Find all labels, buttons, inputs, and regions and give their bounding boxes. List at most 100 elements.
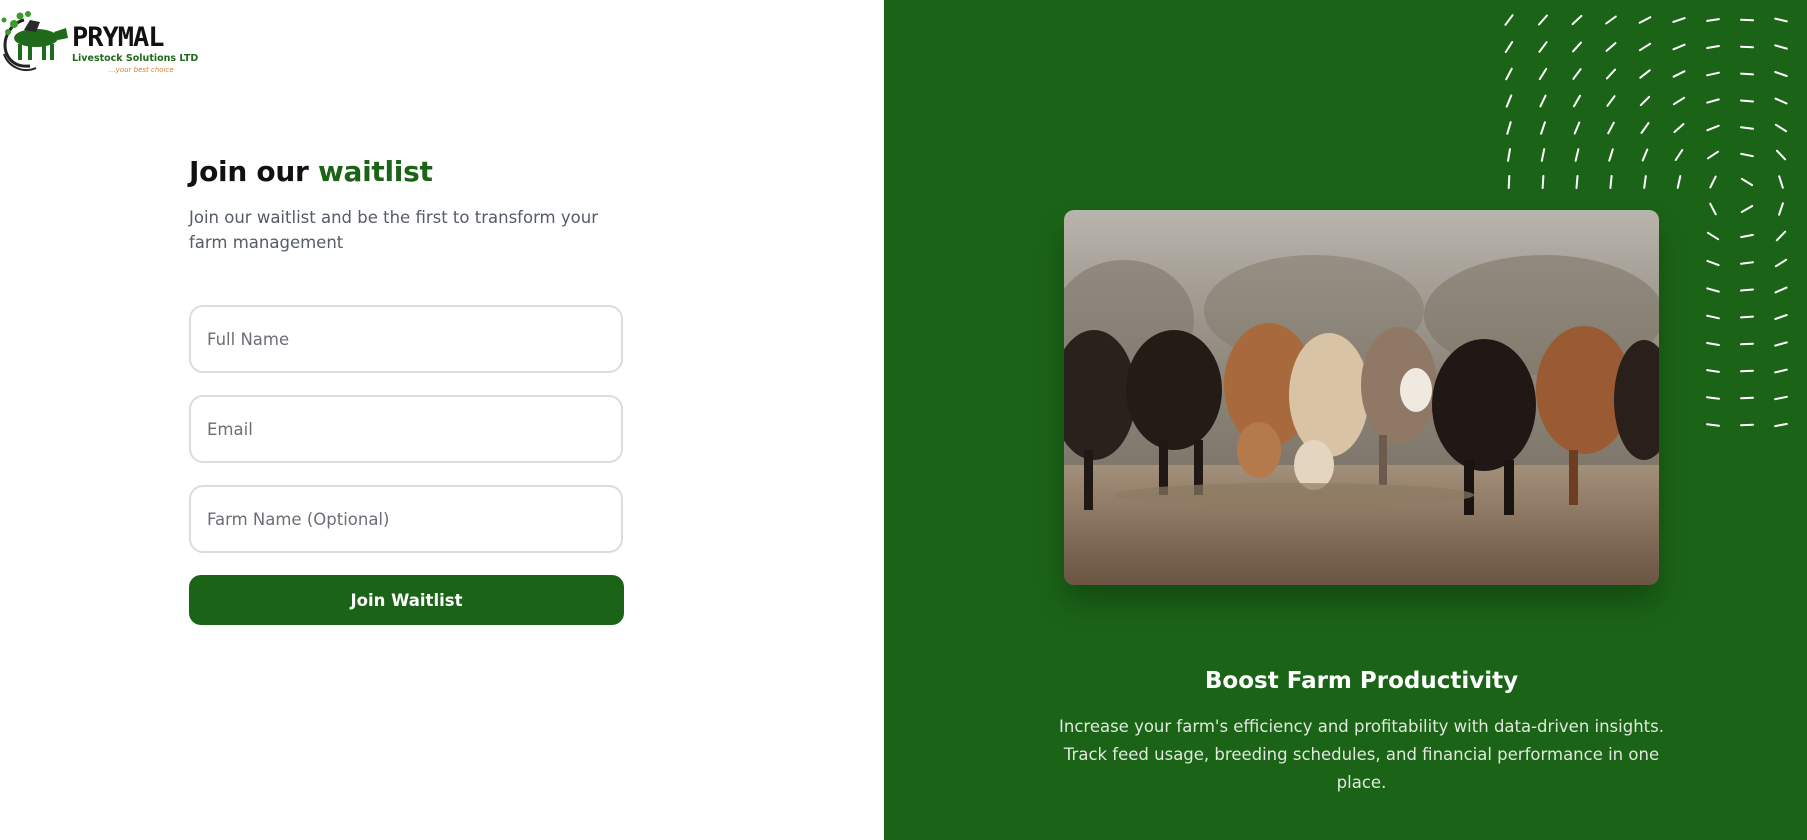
pattern-dash [1674, 149, 1684, 161]
pattern-dash [1672, 43, 1686, 51]
pattern-dash [1740, 288, 1754, 292]
join-waitlist-button[interactable]: Join Waitlist [189, 575, 624, 625]
pattern-dash [1740, 315, 1754, 319]
pattern-dash [1740, 177, 1754, 187]
pattern-dash [1775, 149, 1787, 161]
pattern-dash [1774, 286, 1788, 294]
pattern-dash [1774, 341, 1788, 347]
pattern-dash [1778, 202, 1784, 216]
pattern-dash [1573, 121, 1581, 135]
pattern-dash [1641, 148, 1649, 162]
pattern-dash [1505, 94, 1513, 108]
pattern-dash [1740, 99, 1754, 103]
pattern-dash [1607, 121, 1615, 135]
pattern-dash [1639, 95, 1651, 107]
pattern-dash [1605, 15, 1617, 25]
pattern-dash [1706, 396, 1720, 400]
page-subtitle: Join our waitlist and be the first to tr… [189, 208, 598, 252]
waitlist-panel: PRYMAL Livestock Solutions LTD ...your b… [0, 0, 884, 840]
pattern-dash [1706, 287, 1720, 293]
pattern-dash [1676, 175, 1682, 189]
pattern-dash [1640, 122, 1650, 134]
pattern-dash [1774, 314, 1788, 320]
pattern-dash [1740, 152, 1754, 158]
pattern-dash [1774, 71, 1788, 77]
pattern-dash [1672, 17, 1686, 23]
pattern-dash [1540, 121, 1546, 135]
pattern-dash [1774, 395, 1788, 401]
brand-name: PRYMAL [72, 22, 165, 53]
pattern-dash [1706, 124, 1720, 132]
pattern-dash [1571, 14, 1583, 26]
pattern-dash [1507, 148, 1511, 162]
pattern-dash [1605, 68, 1617, 80]
pattern-dash [1740, 261, 1754, 265]
pattern-dash [1643, 175, 1647, 189]
cattle-logo-icon [1, 11, 68, 72]
pattern-dash [1706, 71, 1720, 77]
pattern-dash [1774, 44, 1788, 50]
pattern-dash [1740, 205, 1754, 213]
pattern-dash [1709, 175, 1717, 189]
pattern-dash [1774, 17, 1788, 23]
pattern-dash [1638, 16, 1652, 24]
feature-title: Boost Farm Productivity [1204, 668, 1519, 694]
pattern-dash [1609, 175, 1613, 189]
pattern-dash [1506, 121, 1512, 135]
pattern-dash [1706, 314, 1720, 320]
pattern-dash [1605, 42, 1617, 52]
page-title-prefix: Join our [189, 155, 318, 188]
brand-subtitle: Livestock Solutions LTD [72, 53, 199, 64]
pattern-dash [1540, 148, 1546, 162]
cattle-photo [1064, 210, 1659, 585]
feature-description: Increase your farm's efficiency and prof… [1059, 717, 1664, 792]
pattern-dash [1606, 95, 1616, 107]
pattern-dash [1505, 67, 1513, 81]
pattern-dash [1639, 69, 1651, 79]
pattern-dash [1573, 94, 1581, 108]
full-name-input[interactable] [189, 305, 623, 373]
pattern-dash [1706, 369, 1720, 373]
pattern-dash [1706, 18, 1720, 22]
brand-tagline: ...your best choice [109, 66, 174, 74]
pattern-dash [1538, 14, 1548, 26]
pattern-dash [1572, 68, 1582, 80]
email-input[interactable] [189, 395, 623, 463]
pattern-dash [1572, 41, 1582, 53]
pattern-dash [1740, 126, 1754, 130]
pattern-dash [1638, 42, 1652, 52]
pattern-dash [1740, 342, 1754, 346]
pattern-dash [1507, 175, 1511, 189]
page-title-accent: waitlist [317, 155, 433, 188]
pattern-dash [1538, 67, 1548, 81]
pattern-dash [1707, 150, 1719, 160]
pattern-dash [1538, 41, 1548, 53]
pattern-dash [1706, 259, 1720, 267]
brand-logo[interactable]: PRYMAL Livestock Solutions LTD ...your b… [0, 8, 198, 76]
pattern-dash [1706, 231, 1720, 241]
pattern-dash [1541, 175, 1545, 189]
farm-name-input[interactable] [189, 485, 623, 553]
pattern-dash [1774, 422, 1788, 428]
pattern-dash [1706, 45, 1720, 49]
pattern-dash [1774, 97, 1788, 105]
pattern-dash [1672, 96, 1686, 106]
page-title: Join our waitlist [189, 155, 433, 188]
pattern-dash [1709, 202, 1717, 216]
pattern-dash [1672, 70, 1686, 78]
pattern-dash [1740, 18, 1754, 22]
pattern-dash [1740, 45, 1754, 49]
feature-panel: Boost Farm Productivity Increase your fa… [884, 0, 1807, 840]
cattle-herd-icon [1064, 210, 1659, 585]
pattern-dash [1706, 423, 1720, 427]
pattern-dash [1504, 14, 1514, 26]
pattern-dash [1740, 233, 1754, 239]
pattern-dash [1740, 369, 1754, 373]
pattern-dash [1774, 123, 1788, 133]
pattern-dash [1608, 148, 1614, 162]
pattern-dash [1539, 94, 1547, 108]
pattern-dash [1774, 258, 1788, 268]
pattern-dash [1778, 175, 1784, 189]
pattern-dash [1775, 230, 1787, 242]
pattern-dash [1740, 72, 1754, 76]
